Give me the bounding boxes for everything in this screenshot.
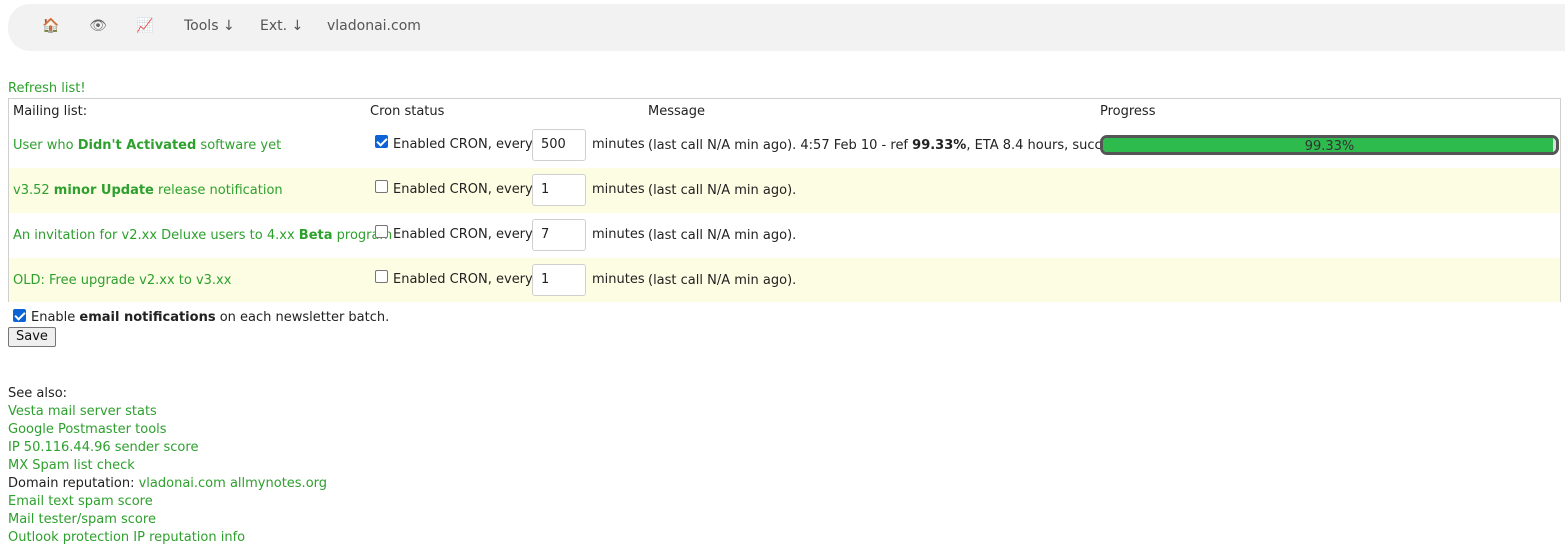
refresh-list-link[interactable]: Refresh list! bbox=[8, 81, 86, 96]
mailing-list-name-link[interactable]: OLD: Free upgrade v2.xx to v3.xx bbox=[13, 273, 231, 288]
cron-interval-input[interactable]: 500 bbox=[532, 129, 586, 161]
progress-bar: 99.33% bbox=[1100, 135, 1559, 155]
see-also-heading: See also: bbox=[8, 386, 68, 401]
domain-reputation-label: Domain reputation: bbox=[8, 476, 139, 491]
cron-interval-input[interactable]: 7 bbox=[532, 219, 586, 251]
cron-enabled-checkbox[interactable] bbox=[375, 270, 388, 283]
mailing-list-name-link[interactable]: User who Didn't Activated software yet bbox=[13, 138, 281, 153]
status-message: (last call N/A min ago). bbox=[648, 228, 797, 243]
see-also-section: See also: Vesta mail server stats Google… bbox=[8, 385, 327, 547]
status-message: (last call N/A min ago). 4:57 Feb 10 - r… bbox=[648, 138, 1136, 153]
progress-label: 99.33% bbox=[1304, 139, 1355, 154]
minutes-label: minutes bbox=[592, 227, 645, 242]
table-row: OLD: Free upgrade v2.xx to v3.xx Enabled… bbox=[9, 258, 1560, 302]
eye-icon[interactable]: 👁 bbox=[89, 17, 107, 35]
chart-icon[interactable]: 📈 bbox=[136, 17, 154, 35]
cron-label: Enabled CRON, every bbox=[393, 182, 533, 197]
minutes-label: minutes bbox=[592, 272, 645, 287]
vesta-stats-link[interactable]: Vesta mail server stats bbox=[8, 404, 157, 419]
mail-tester-link[interactable]: Mail tester/spam score bbox=[8, 512, 156, 527]
cron-enabled-checkbox[interactable] bbox=[375, 180, 388, 193]
cron-interval-input[interactable]: 1 bbox=[532, 264, 586, 296]
cron-label: Enabled CRON, every bbox=[393, 227, 533, 242]
table-row: An invitation for v2.xx Deluxe users to … bbox=[9, 213, 1560, 258]
top-nav-bar: 🏠 👁 📈 Tools ↓ Ext. ↓ vladonai.com bbox=[8, 4, 1565, 51]
home-icon[interactable]: 🏠 bbox=[42, 17, 60, 35]
domain-rep-allmynotes-link[interactable]: allmynotes.org bbox=[230, 476, 327, 491]
header-mailing-list: Mailing list: bbox=[13, 104, 88, 119]
cron-label: Enabled CRON, every bbox=[393, 272, 533, 287]
mailing-list-name-link[interactable]: An invitation for v2.xx Deluxe users to … bbox=[13, 228, 392, 243]
domain-rep-vladonai-link[interactable]: vladonai.com bbox=[139, 476, 226, 491]
table-row: v3.52 minor Update release notification … bbox=[9, 168, 1560, 213]
nav-ext-menu[interactable]: Ext. ↓ bbox=[260, 18, 303, 34]
mailing-list-table: Mailing list: Cron status Message Progre… bbox=[8, 98, 1561, 302]
email-notifications-checkbox[interactable] bbox=[13, 309, 26, 322]
cron-enabled-checkbox[interactable] bbox=[375, 225, 388, 238]
google-postmaster-link[interactable]: Google Postmaster tools bbox=[8, 422, 167, 437]
outlook-ip-reputation-link[interactable]: Outlook protection IP reputation info bbox=[8, 530, 245, 545]
header-cron-status: Cron status bbox=[370, 104, 445, 119]
cron-enabled-checkbox[interactable] bbox=[375, 135, 388, 148]
minutes-label: minutes bbox=[592, 137, 645, 152]
header-progress: Progress bbox=[1100, 104, 1156, 119]
minutes-label: minutes bbox=[592, 182, 645, 197]
mailing-list-name-link[interactable]: v3.52 minor Update release notification bbox=[13, 183, 283, 198]
save-button[interactable]: Save bbox=[8, 327, 56, 347]
ip-sender-score-link[interactable]: IP 50.116.44.96 sender score bbox=[8, 440, 198, 455]
mx-spam-check-link[interactable]: MX Spam list check bbox=[8, 458, 135, 473]
email-notifications-label: Enable email notifications on each newsl… bbox=[31, 310, 390, 325]
header-message: Message bbox=[648, 104, 705, 119]
status-message: (last call N/A min ago). bbox=[648, 183, 797, 198]
nav-site-link[interactable]: vladonai.com bbox=[327, 18, 421, 34]
domain-reputation-row: Domain reputation: vladonai.com allmynot… bbox=[8, 475, 327, 493]
cron-interval-input[interactable]: 1 bbox=[532, 174, 586, 206]
nav-tools-menu[interactable]: Tools ↓ bbox=[184, 18, 235, 34]
cron-label: Enabled CRON, every bbox=[393, 137, 533, 152]
email-text-spam-score-link[interactable]: Email text spam score bbox=[8, 494, 153, 509]
status-message: (last call N/A min ago). bbox=[648, 273, 797, 288]
